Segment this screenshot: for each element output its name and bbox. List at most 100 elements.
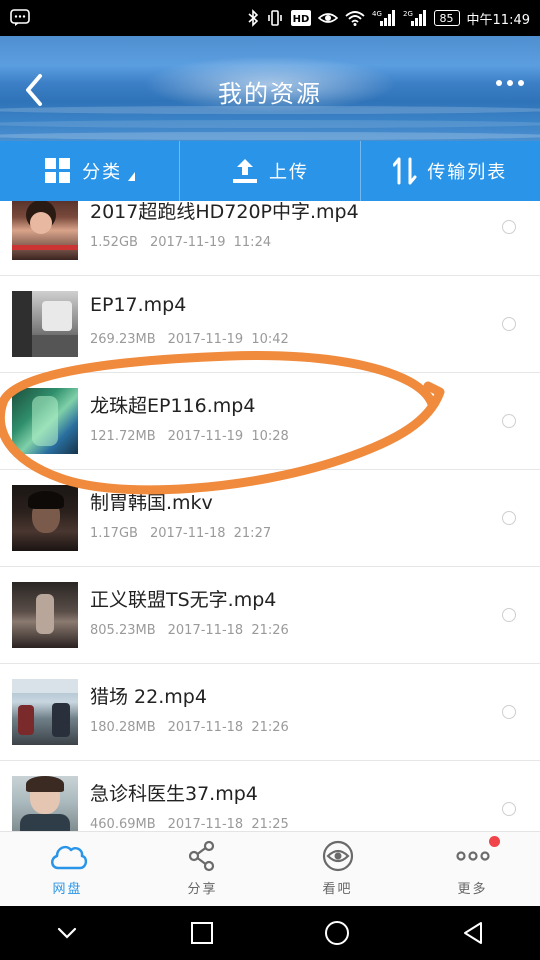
eye-icon <box>322 840 353 872</box>
file-size: 805.23MB <box>90 623 156 638</box>
upload-button[interactable]: 上传 <box>179 141 359 201</box>
file-time: 10:42 <box>251 332 289 347</box>
nav-label: 分享 <box>187 882 218 897</box>
transfer-list-label: 传输列表 <box>427 162 508 183</box>
file-time: 21:27 <box>233 526 272 541</box>
nav-item-more[interactable]: 更多 <box>405 832 540 906</box>
file-meta: 269.23MB 2017-11-19 10:42 <box>90 332 289 347</box>
file-time: 11:24 <box>233 235 272 250</box>
video-thumbnail <box>12 201 78 260</box>
clock: 中午11:49 <box>466 12 530 28</box>
video-thumbnail <box>12 776 78 831</box>
system-nav-bar <box>0 906 540 960</box>
header: 我的资源 <box>0 36 540 141</box>
signal-4g-icon: 4G <box>372 9 396 27</box>
nav-label: 看吧 <box>322 882 353 897</box>
file-date: 2017-11-19 <box>149 235 226 250</box>
dot-icon <box>518 80 524 86</box>
bottom-nav: 网盘 分享 看吧 更多 <box>0 831 540 906</box>
file-row[interactable]: 急诊科医生37.mp4 460.69MB 2017-11-18 21:25 <box>0 761 540 831</box>
video-thumbnail <box>12 291 78 357</box>
wifi-icon <box>344 10 365 26</box>
category-button[interactable]: 分类 <box>0 141 179 201</box>
video-thumbnail <box>12 679 78 745</box>
file-row[interactable]: 正义联盟TS无字.mp4 805.23MB 2017-11-18 21:26 <box>0 567 540 664</box>
file-date: 2017-11-18 <box>167 817 244 831</box>
file-meta: 121.72MB 2017-11-19 10:28 <box>90 429 289 444</box>
file-date: 2017-11-19 <box>167 429 244 444</box>
nav-label: 网盘 <box>52 882 83 897</box>
file-size: 180.28MB <box>90 720 156 735</box>
action-toolbar: 分类 上传 传输列表 <box>0 141 540 201</box>
select-radio[interactable] <box>502 317 516 331</box>
svg-text:4G: 4G <box>372 10 382 18</box>
video-thumbnail <box>12 582 78 648</box>
select-radio[interactable] <box>502 414 516 428</box>
back-triangle-icon[interactable] <box>461 921 485 945</box>
transfer-arrows-icon <box>393 157 417 185</box>
bluetooth-icon <box>247 9 259 27</box>
message-icon <box>10 9 30 27</box>
category-label: 分类 <box>82 162 123 183</box>
file-date: 2017-11-18 <box>149 526 226 541</box>
status-bar: HD 4G 2G 85 中午11:49 <box>0 0 540 36</box>
file-row[interactable]: 制胃韩国.mkv 1.17GB 2017-11-18 21:27 <box>0 470 540 567</box>
file-list: 2017超跑线HD720P中字.mp4 1.52GB 2017-11-19 11:… <box>0 201 540 831</box>
file-name: 猎场 22.mp4 <box>90 686 207 708</box>
nav-item-netdisk[interactable]: 网盘 <box>0 832 135 906</box>
upload-label: 上传 <box>268 162 309 183</box>
file-name: 制胃韩国.mkv <box>90 492 213 514</box>
file-meta: 805.23MB 2017-11-18 21:26 <box>90 623 289 638</box>
dot-icon <box>496 80 502 86</box>
file-row[interactable]: 猎场 22.mp4 180.28MB 2017-11-18 21:26 <box>0 664 540 761</box>
file-date: 2017-11-19 <box>167 332 244 347</box>
signal-2g-icon: 2G <box>403 9 427 27</box>
file-size: 269.23MB <box>90 332 156 347</box>
file-name: 急诊科医生37.mp4 <box>90 783 258 805</box>
select-radio[interactable] <box>502 705 516 719</box>
file-name: 正义联盟TS无字.mp4 <box>90 589 277 611</box>
transfer-list-button[interactable]: 传输列表 <box>359 141 540 201</box>
file-time: 10:28 <box>251 429 289 444</box>
select-radio[interactable] <box>502 220 516 234</box>
select-radio[interactable] <box>502 802 516 816</box>
file-meta: 180.28MB 2017-11-18 21:26 <box>90 720 289 735</box>
file-name: 2017超跑线HD720P中字.mp4 <box>90 201 359 223</box>
eye-comfort-icon <box>317 10 338 26</box>
file-size: 1.52GB <box>90 235 138 250</box>
share-icon <box>188 840 214 872</box>
more-options-button[interactable] <box>496 80 524 86</box>
upload-icon <box>232 159 257 183</box>
grid-icon <box>45 158 71 183</box>
select-radio[interactable] <box>502 511 516 525</box>
file-date: 2017-11-18 <box>167 720 244 735</box>
cloud-icon <box>50 845 87 870</box>
recent-apps-icon[interactable] <box>190 921 214 945</box>
select-radio[interactable] <box>502 608 516 622</box>
nav-item-share[interactable]: 分享 <box>135 832 270 906</box>
file-name: EP17.mp4 <box>90 294 187 316</box>
chevron-down-icon[interactable] <box>55 921 79 945</box>
home-icon[interactable] <box>324 920 350 946</box>
file-row[interactable]: EP17.mp4 269.23MB 2017-11-19 10:42 <box>0 276 540 373</box>
more-dots-icon <box>455 851 490 861</box>
file-time: 21:26 <box>251 720 289 735</box>
svg-text:HD: HD <box>292 14 309 25</box>
file-size: 460.69MB <box>90 817 156 831</box>
video-thumbnail <box>12 388 78 454</box>
nav-label: 更多 <box>457 882 488 897</box>
battery-indicator: 85 <box>433 10 460 26</box>
file-row[interactable]: 2017超跑线HD720P中字.mp4 1.52GB 2017-11-19 11:… <box>0 201 540 276</box>
file-name: 龙珠超EP116.mp4 <box>90 395 256 417</box>
file-meta: 1.52GB 2017-11-19 11:24 <box>90 235 271 250</box>
file-meta: 1.17GB 2017-11-18 21:27 <box>90 526 271 541</box>
dropdown-caret-icon <box>128 171 136 181</box>
file-date: 2017-11-18 <box>167 623 244 638</box>
nav-item-watch[interactable]: 看吧 <box>270 832 405 906</box>
page-title: 我的资源 <box>218 80 322 108</box>
file-size: 121.72MB <box>90 429 156 444</box>
file-time: 21:26 <box>251 623 289 638</box>
file-row[interactable]: 龙珠超EP116.mp4 121.72MB 2017-11-19 10:28 <box>0 373 540 470</box>
file-time: 21:25 <box>251 817 289 831</box>
notification-badge <box>489 836 500 847</box>
